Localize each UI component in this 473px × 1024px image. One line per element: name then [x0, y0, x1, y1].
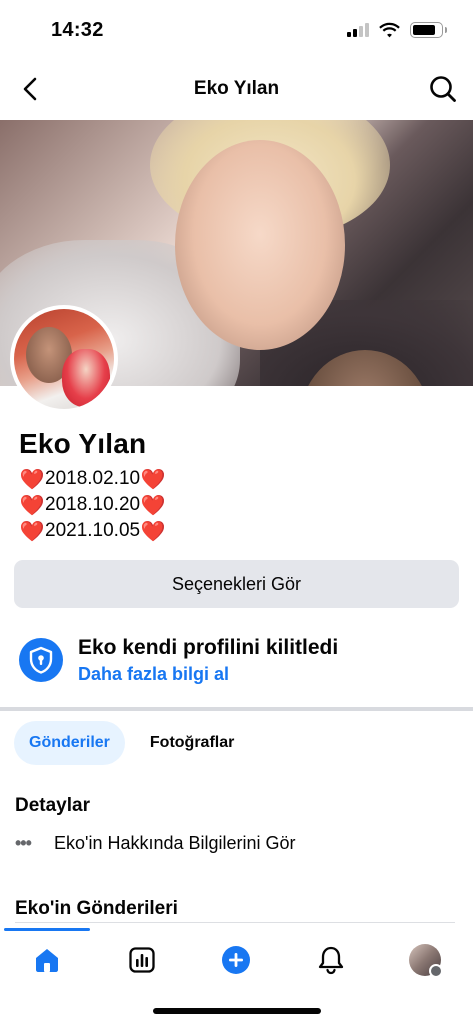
- bio-date: 2018.02.10: [45, 468, 141, 489]
- tab-posts[interactable]: Gönderiler: [14, 721, 125, 765]
- see-options-button[interactable]: Seçenekleri Gör: [14, 560, 459, 608]
- profile-bio: ❤️ 2018.02.10 ❤️ ❤️ 2018.10.20 ❤️ ❤️ 2021.10.…: [19, 466, 166, 544]
- heart-icon: ❤️: [19, 493, 45, 517]
- bio-line: ❤️ 2018.02.10 ❤️: [19, 466, 166, 492]
- menu-badge-icon: [429, 964, 443, 978]
- top-header: Eko Yılan: [0, 60, 473, 118]
- status-icons: [347, 22, 447, 38]
- nav-profile[interactable]: [407, 942, 443, 978]
- battery-icon: [410, 22, 447, 38]
- details-heading: Detaylar: [15, 795, 90, 816]
- bio-date: 2021.10.05: [45, 520, 141, 541]
- learn-more-link[interactable]: Daha fazla bilgi al: [78, 664, 229, 685]
- bell-icon: [318, 946, 344, 975]
- feed-chart-icon: [129, 947, 155, 973]
- divider: [15, 922, 455, 923]
- nav-feeds[interactable]: [124, 942, 160, 978]
- more-dots-icon: •••: [15, 832, 32, 853]
- nav-create[interactable]: [218, 942, 254, 978]
- bio-line: ❤️ 2018.10.20 ❤️: [19, 492, 166, 518]
- profile-tabs: Gönderiler Fotoğraflar: [14, 721, 249, 765]
- heart-icon: ❤️: [140, 493, 166, 517]
- status-bar: 14:32: [0, 0, 473, 60]
- locked-profile-notice: Eko kendi profilini kilitledi Daha fazla…: [19, 634, 459, 690]
- cellular-signal-icon: [347, 23, 369, 37]
- profile-avatar[interactable]: [10, 305, 118, 413]
- search-icon: [430, 76, 456, 102]
- heart-icon: ❤️: [140, 467, 166, 491]
- active-tab-indicator: [4, 928, 90, 931]
- profile-name: Eko Yılan: [19, 428, 147, 459]
- search-button[interactable]: [427, 73, 459, 105]
- status-time: 14:32: [51, 19, 104, 41]
- posts-heading: Eko'in Gönderileri: [15, 898, 178, 919]
- nav-notifications[interactable]: [313, 942, 349, 978]
- nav-home[interactable]: [29, 942, 65, 978]
- bottom-nav: [0, 928, 473, 988]
- section-divider: [0, 707, 473, 711]
- heart-icon: ❤️: [19, 519, 45, 543]
- page-title: Eko Yılan: [193, 78, 280, 99]
- lock-notice-title: Eko kendi profilini kilitledi: [78, 636, 339, 659]
- tab-photos[interactable]: Fotoğraflar: [135, 721, 249, 765]
- home-indicator: [153, 1008, 321, 1014]
- bio-line: ❤️ 2021.10.05 ❤️: [19, 518, 166, 544]
- about-info-link[interactable]: Eko'in Hakkında Bilgilerini Gör: [54, 833, 296, 854]
- heart-icon: ❤️: [140, 519, 166, 543]
- about-info-row[interactable]: ••• Eko'in Hakkında Bilgilerini Gör: [15, 829, 296, 857]
- heart-icon: ❤️: [19, 467, 45, 491]
- shield-lock-icon: [19, 638, 63, 682]
- add-icon: [222, 946, 250, 974]
- bio-date: 2018.10.20: [45, 494, 141, 515]
- home-icon: [36, 949, 58, 972]
- wifi-icon: [379, 22, 400, 38]
